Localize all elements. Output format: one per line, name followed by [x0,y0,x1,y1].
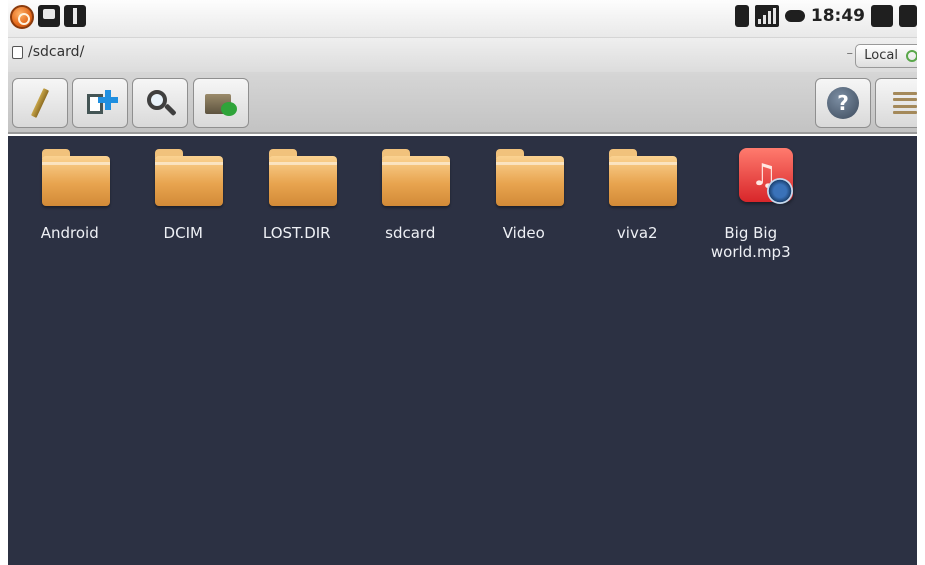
folder-item[interactable]: DCIM [127,144,241,262]
folder-label: Android [40,224,99,242]
folder-item[interactable]: sdcard [354,144,468,262]
volume-down-icon[interactable] [871,5,893,27]
storage-icon [12,46,23,59]
music-file-icon: ♫ [711,144,793,214]
folder-item[interactable]: viva2 [581,144,695,262]
folder-icon [30,144,110,214]
edit-button[interactable] [12,78,68,128]
new-file-icon [85,88,118,118]
refresh-icon [906,50,917,62]
file-browser: Android DCIM LOST.DIR sdcard Video viva2 [8,136,917,565]
notification-area[interactable] [10,5,86,29]
folder-item[interactable]: Android [13,144,127,262]
audio-file-item[interactable]: ♫ Big Big world.mp3 [694,144,808,262]
folder-item[interactable]: LOST.DIR [240,144,354,262]
path-bar: /sdcard/ – Local [8,38,917,72]
folder-label: DCIM [163,224,203,242]
system-tray: 18:49 [734,5,917,27]
search-button[interactable] [132,78,188,128]
help-button[interactable]: ? [815,78,871,128]
folder-label: LOST.DIR [262,224,331,242]
sdcard-icon [38,5,60,27]
folder-label: Video [502,224,545,242]
pencil-icon [30,88,50,118]
folder-icon [597,144,678,214]
folder-icon [370,144,451,214]
location-button[interactable]: Local [855,44,917,68]
signal-icon [754,5,779,27]
file-manager-screen: 18:49 /sdcard/ – Local ? Android DCIM LO… [8,0,917,565]
list-view-button[interactable] [875,78,917,128]
move-folder-icon [203,88,239,118]
folder-icon [143,144,224,214]
sim-icon [734,5,749,27]
minus-icon: – [846,46,854,61]
volume-up-icon[interactable] [899,5,917,27]
folder-label: viva2 [616,224,658,242]
toolbar: ? [8,72,917,134]
clock: 18:49 [810,6,865,26]
file-label: Big Big world.mp3 [710,224,791,261]
current-path: /sdcard/ [28,44,85,60]
new-file-button[interactable] [72,78,128,128]
file-grid: Android DCIM LOST.DIR sdcard Video viva2 [8,144,808,262]
list-view-icon [893,92,917,114]
battery-icon [784,10,805,22]
folder-icon [484,144,564,214]
location-button-label: Local [864,48,898,63]
search-icon [145,88,177,118]
usb-icon [64,5,86,27]
folder-item[interactable]: Video [467,144,581,262]
move-button[interactable] [193,78,249,128]
folder-icon [257,144,337,214]
folder-label: sdcard [385,224,436,242]
status-bar: 18:49 [8,0,917,38]
help-icon: ? [827,87,859,119]
app-notification-icon [10,5,34,29]
